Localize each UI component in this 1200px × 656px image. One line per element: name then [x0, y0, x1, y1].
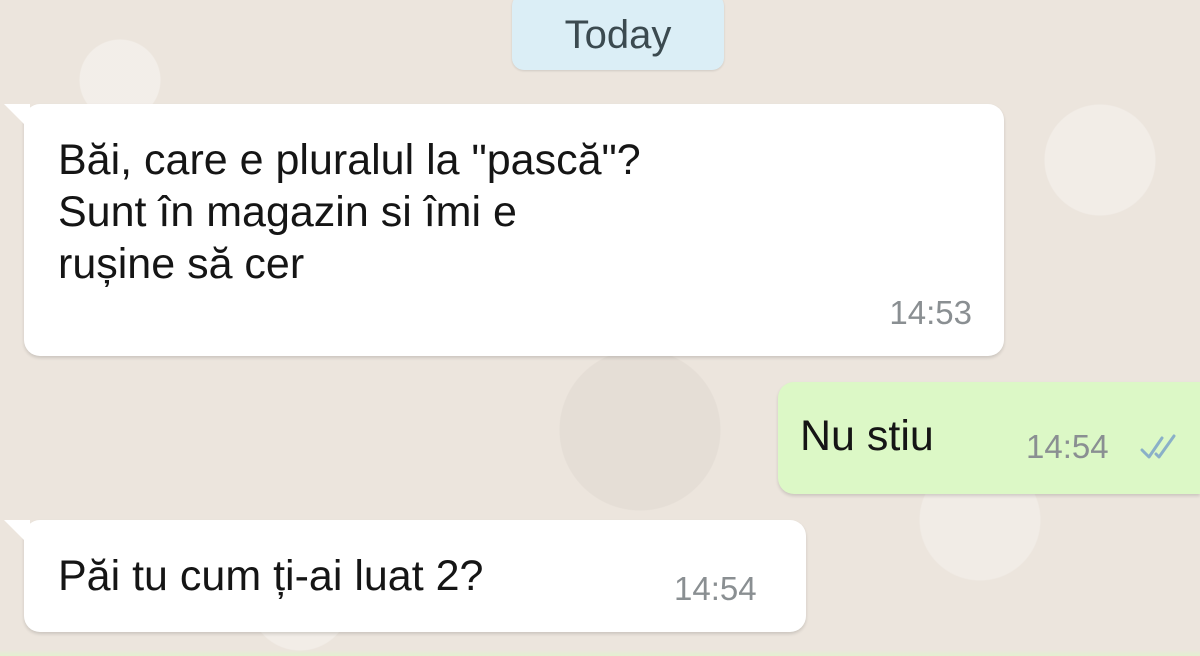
message-timestamp: 14:54: [674, 570, 757, 607]
message-text: Păi tu cum ți-ai luat 2?: [58, 552, 484, 600]
bubble-tail: [4, 104, 30, 130]
message-bubble-incoming[interactable]: Băi, care e pluralul la "pască"? Sunt în…: [4, 104, 1004, 356]
message-text: Nu stiu: [800, 412, 934, 460]
message-line: Sunt în magazin si îmi e: [58, 188, 517, 236]
date-separator-chip: Today: [512, 0, 724, 70]
message-timestamp: 14:53: [889, 294, 972, 331]
double-check-icon: [1140, 434, 1176, 459]
message-line: Băi, care e pluralul la "pască"?: [58, 136, 641, 184]
message-line: rușine să cer: [58, 240, 305, 288]
message-bubble-incoming[interactable]: Păi tu cum ți-ai luat 2? 14:54: [4, 520, 806, 632]
message-timestamp: 14:54: [1026, 428, 1109, 465]
chat-thread: Today Băi, care e pluralul la "pască"? S…: [0, 0, 1200, 656]
message-text: Băi, care e pluralul la "pască"? Sunt în…: [58, 134, 641, 290]
next-message-edge: [0, 650, 1200, 656]
date-separator-label: Today: [564, 12, 672, 57]
message-bubble-outgoing[interactable]: Nu stiu 14:54: [778, 382, 1200, 494]
bubble-tail: [4, 520, 30, 546]
